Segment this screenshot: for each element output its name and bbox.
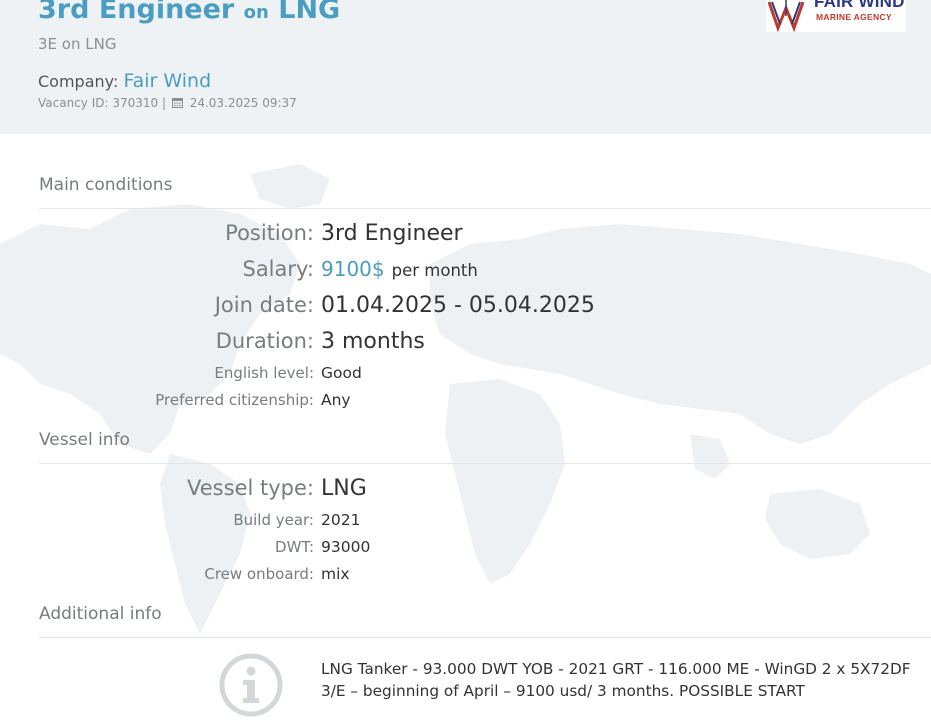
fair-wind-logo-icon — [767, 0, 805, 32]
citizenship-label: Preferred citizenship: — [155, 391, 314, 409]
duration-value: 3 months — [321, 329, 425, 354]
join-date-value: 01.04.2025 - 05.04.2025 — [321, 293, 595, 318]
logo-text-sub: MARINE AGENCY — [816, 12, 892, 22]
dwt-value: 93000 — [321, 538, 371, 556]
crew-onboard-value: mix — [321, 565, 350, 583]
citizenship-value: Any — [321, 391, 351, 409]
english-level-value: Good — [321, 364, 362, 382]
divider — [39, 637, 931, 638]
join-date-label: Join date: — [214, 293, 314, 317]
vacancy-date: 24.03.2025 09:37 — [189, 96, 297, 110]
salary-value: 9100$ per month — [321, 257, 478, 282]
build-year-label: Build year: — [233, 511, 314, 529]
vessel-type-value: LNG — [321, 476, 367, 501]
salary-period: per month — [391, 261, 478, 280]
info-icon — [219, 653, 283, 717]
section-additional-info: Additional info — [39, 604, 162, 624]
company-link[interactable]: Fair Wind — [123, 70, 211, 92]
company-logo[interactable]: FAIR WIND MARINE AGENCY — [766, 0, 906, 32]
dwt-label: DWT: — [275, 538, 314, 556]
page-title: 3rd Engineer on LNG — [38, 0, 340, 25]
meta-separator: | — [161, 96, 167, 110]
position-label: Position: — [225, 221, 314, 245]
salary-label: Salary: — [242, 257, 314, 281]
salary-amount: 9100$ — [321, 257, 385, 281]
title-position: 3rd Engineer — [38, 0, 235, 25]
crew-onboard-label: Crew onboard: — [204, 565, 314, 583]
additional-info-text: LNG Tanker - 93.000 DWT YOB - 2021 GRT -… — [321, 660, 911, 700]
vacancy-id: Vacancy ID: 370310 — [38, 96, 159, 110]
company-label: Company: — [38, 72, 119, 91]
build-year-value: 2021 — [321, 511, 361, 529]
vacancy-meta: Vacancy ID: 370310 | 24.03.2025 09:37 — [38, 96, 297, 110]
section-main-conditions: Main conditions — [39, 175, 173, 195]
divider — [39, 208, 931, 209]
calendar-icon — [171, 98, 183, 108]
logo-text-main: FAIR WIND — [814, 0, 905, 11]
english-level-label: English level: — [214, 364, 314, 382]
title-on: on — [243, 2, 269, 23]
vessel-type-label: Vessel type: — [187, 476, 314, 500]
divider — [39, 463, 931, 464]
company-line: Company: Fair Wind — [38, 70, 211, 92]
vacancy-header: 3rd Engineer on LNG 3E on LNG Company: F… — [0, 0, 931, 134]
position-value: 3rd Engineer — [321, 221, 463, 246]
title-vessel: LNG — [278, 0, 341, 25]
section-vessel-info: Vessel info — [39, 430, 130, 450]
duration-label: Duration: — [215, 329, 314, 353]
world-map-background — [0, 164, 931, 634]
page-subtitle: 3E on LNG — [38, 35, 117, 53]
